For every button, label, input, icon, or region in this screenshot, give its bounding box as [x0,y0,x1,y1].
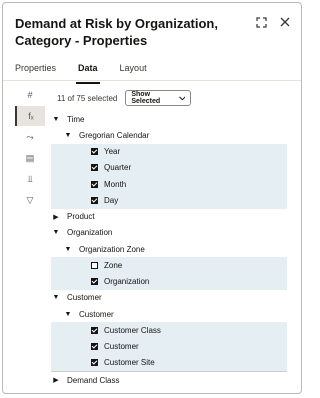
dropdown-value: Show Selected [131,91,161,105]
tree-item-label: Gregorian Calendar [79,130,150,140]
column-tree: ▼ Time ▼ Gregorian Calendar Year Quarter Month… [51,111,287,388]
tree-leaf-item[interactable]: Quarter [51,159,287,176]
caret-down-icon[interactable]: ▼ [63,311,73,318]
tree-item-label: Day [104,195,119,205]
tree-leaf-item[interactable]: Customer Class [51,322,287,339]
tree-group-item[interactable]: ▼ Organization Zone [51,241,287,257]
tree-item-label: Month [104,179,127,189]
item-checkbox[interactable] [91,326,98,334]
caret-right-icon[interactable]: ▶ [51,213,61,221]
tree-leaf-item[interactable]: Year [51,143,287,160]
tree-item-label: Customer [67,293,102,303]
tree-item-label: Organization [104,277,150,287]
tree-item-label: Customer [79,309,114,319]
tree-item-label: Product [67,212,95,222]
tree-item-label: Organization [67,228,113,238]
tree-leaf-item[interactable]: Zone [51,257,287,274]
tree-group-item[interactable]: ▶ Product [51,209,287,225]
item-checkbox[interactable] [91,261,98,269]
tree-group-item[interactable]: ▼ Gregorian Calendar [51,127,287,143]
caret-down-icon[interactable]: ▼ [63,246,73,253]
item-checkbox[interactable] [91,278,98,286]
item-checkbox[interactable] [91,180,98,188]
item-checkbox[interactable] [91,196,98,204]
selection-row: 11 of 75 selected Show Selected [57,89,192,107]
show-selected-dropdown[interactable]: Show Selected [125,90,192,106]
tree-leaf-item[interactable]: Customer [51,338,287,355]
tab-divider [3,80,301,81]
tree-item-label: Customer Class [104,325,161,335]
tree-leaf-item[interactable]: Day [51,192,287,209]
dialog-title: Demand at Risk by Organization, Category… [15,16,218,48]
selected-count: 11 of 75 selected [57,93,118,103]
calendar-icon[interactable]: ▤ [15,148,45,168]
shuffle-icon[interactable]: ⤳ [15,127,45,147]
item-checkbox[interactable] [91,343,98,351]
tree-leaf-item[interactable]: Organization [51,273,287,290]
filter-icon[interactable]: ▽ [15,190,45,210]
tree-item-label: Zone [104,260,123,270]
caret-down-icon[interactable]: ▼ [51,116,61,123]
tree-group-item[interactable]: ▼ Time [51,111,287,127]
tree-group-item[interactable]: ▼ Customer [51,306,287,322]
properties-dialog: Demand at Risk by Organization, Category… [2,2,302,394]
tree-item-label: Time [67,114,85,124]
item-checkbox[interactable] [91,164,98,172]
chevron-down-icon [178,96,186,100]
tree-group-item[interactable]: ▶ Demand Class [51,371,287,388]
tree-leaf-item[interactable]: Month [51,176,287,193]
caret-right-icon[interactable]: ▶ [51,376,61,384]
tree-group-item[interactable]: ▼ Organization [51,225,287,241]
tree-item-label: Customer [104,342,139,352]
close-icon[interactable] [278,15,292,29]
tree-item-label: Demand Class [67,375,120,385]
hierarchy-icon[interactable]: ⫫ [15,169,45,189]
item-checkbox[interactable] [91,148,98,156]
expand-icon[interactable] [254,15,268,29]
caret-down-icon[interactable]: ▼ [51,294,61,301]
tree-group-item[interactable]: ▼ Customer [51,290,287,306]
tree-item-label: Year [104,147,121,157]
caret-down-icon[interactable]: ▼ [51,229,61,236]
item-checkbox[interactable] [91,359,98,367]
tree-item-label: Quarter [104,163,132,173]
tree-leaf-item[interactable]: Customer Site [51,354,287,371]
tree-item-label: Organization Zone [79,244,145,254]
tree-item-label: Customer Site [104,358,155,368]
fx-icon[interactable]: fₓ [15,106,45,126]
caret-down-icon[interactable]: ▼ [63,132,73,139]
side-rail: # fₓ ⤳ ▤ ⫫ ▽ [15,85,45,211]
hash-icon[interactable]: # [15,85,45,105]
